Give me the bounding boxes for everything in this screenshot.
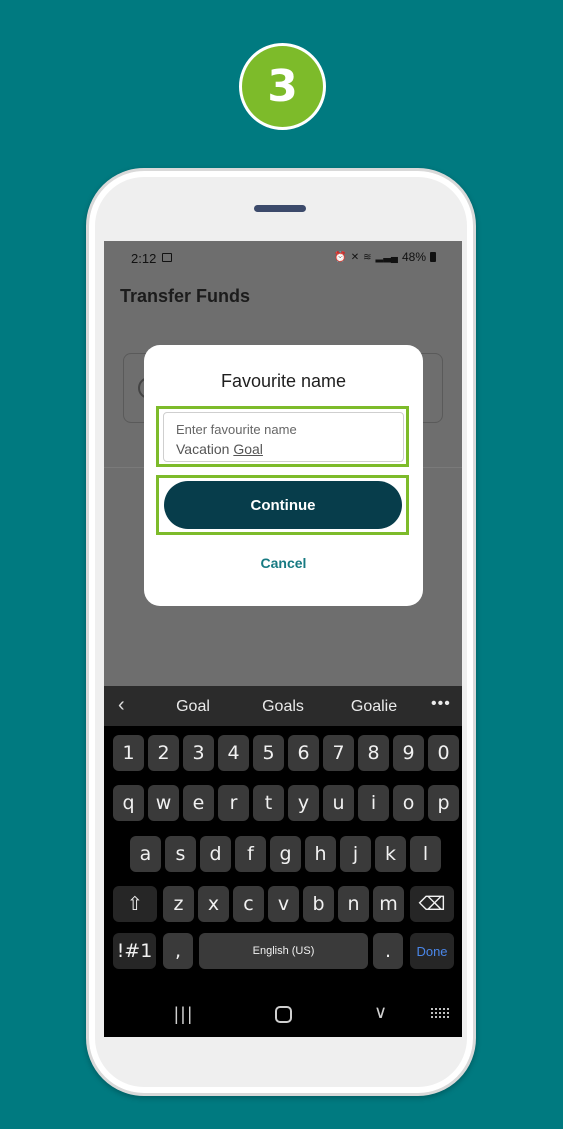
key-9[interactable]: 9 [393, 735, 424, 771]
more-icon[interactable]: ••• [431, 695, 451, 713]
key-b[interactable]: b [303, 886, 334, 922]
keyboard: ‹ Goal Goals Goalie ••• 1234567890 qwerty… [104, 686, 462, 1037]
key-v[interactable]: v [268, 886, 299, 922]
battery-percent: 48% [401, 250, 426, 264]
favourite-name-dialog: Favourite name Enter favourite name Vaca… [144, 345, 423, 606]
wifi-icon: ≋ [363, 251, 372, 263]
key-0[interactable]: 0 [428, 735, 459, 771]
key-r[interactable]: r [218, 785, 249, 821]
key-l[interactable]: l [410, 836, 441, 872]
key-5[interactable]: 5 [253, 735, 284, 771]
gallery-icon [162, 253, 172, 262]
hide-keyboard-icon[interactable]: ∨ [374, 1002, 387, 1023]
period-key[interactable]: . [373, 933, 403, 969]
input-value-prefix: Vacation [176, 441, 234, 457]
key-o[interactable]: o [393, 785, 424, 821]
home-icon[interactable] [275, 1006, 292, 1023]
backspace-key[interactable]: ⌫ [410, 886, 454, 922]
mute-icon: ✕ [350, 251, 360, 263]
suggestion-item[interactable]: Goalie [334, 698, 414, 716]
alarm-icon: ⏰ [334, 251, 347, 263]
key-e[interactable]: e [183, 785, 214, 821]
key-a[interactable]: a [130, 836, 161, 872]
key-4[interactable]: 4 [218, 735, 249, 771]
cancel-button[interactable]: Cancel [144, 555, 423, 571]
phone-speaker [254, 205, 306, 212]
done-key[interactable]: Done [410, 933, 454, 969]
suggestion-item[interactable]: Goals [243, 698, 323, 716]
key-8[interactable]: 8 [358, 735, 389, 771]
key-t[interactable]: t [253, 785, 284, 821]
step-number-badge: 3 [239, 43, 326, 130]
key-p[interactable]: p [428, 785, 459, 821]
status-time: 2:12 [131, 251, 157, 266]
key-7[interactable]: 7 [323, 735, 354, 771]
input-value: Vacation Goal [176, 441, 263, 457]
key-y[interactable]: y [288, 785, 319, 821]
key-h[interactable]: h [305, 836, 336, 872]
key-w[interactable]: w [148, 785, 179, 821]
dialog-title: Favourite name [220, 371, 347, 391]
key-f[interactable]: f [235, 836, 266, 872]
key-z[interactable]: z [163, 886, 194, 922]
status-bar: 2:12 ⏰ ✕ ≋ ▂▃▄ 48% [104, 241, 462, 273]
input-value-underlined: Goal [233, 441, 263, 457]
space-key[interactable]: English (US) [199, 933, 368, 969]
suggestion-bar: ‹ Goal Goals Goalie ••• [104, 686, 462, 726]
navigation-bar: ||| ∨ [104, 992, 462, 1037]
key-m[interactable]: m [373, 886, 404, 922]
key-n[interactable]: n [338, 886, 369, 922]
key-d[interactable]: d [200, 836, 231, 872]
symbols-key[interactable]: !#1 [113, 933, 156, 969]
key-i[interactable]: i [358, 785, 389, 821]
battery-icon [430, 252, 436, 262]
favourite-name-input[interactable]: Enter favourite name Vacation Goal [163, 412, 404, 462]
suggestion-item[interactable]: Goal [153, 698, 233, 716]
key-q[interactable]: q [113, 785, 144, 821]
phone-screen: 2:12 ⏰ ✕ ≋ ▂▃▄ 48% Transfer Funds Favour… [104, 241, 462, 1037]
signal-icon: ▂▃▄ [375, 251, 398, 263]
key-x[interactable]: x [198, 886, 229, 922]
key-1[interactable]: 1 [113, 735, 144, 771]
key-2[interactable]: 2 [148, 735, 179, 771]
key-g[interactable]: g [270, 836, 301, 872]
shift-key[interactable]: ⇧ [113, 886, 157, 922]
recent-apps-icon[interactable]: ||| [174, 1004, 194, 1025]
keyboard-icon[interactable] [430, 1007, 450, 1019]
key-k[interactable]: k [375, 836, 406, 872]
key-j[interactable]: j [340, 836, 371, 872]
key-c[interactable]: c [233, 886, 264, 922]
continue-button[interactable]: Continue [164, 481, 402, 529]
page-title: Transfer Funds [120, 286, 251, 306]
back-chevron-icon[interactable]: ‹ [118, 694, 125, 717]
input-placeholder: Enter favourite name [176, 422, 297, 437]
key-s[interactable]: s [165, 836, 196, 872]
status-icons: ⏰ ✕ ≋ ▂▃▄ 48% [334, 250, 436, 264]
key-3[interactable]: 3 [183, 735, 214, 771]
key-u[interactable]: u [323, 785, 354, 821]
comma-key[interactable]: , [163, 933, 193, 969]
key-6[interactable]: 6 [288, 735, 319, 771]
